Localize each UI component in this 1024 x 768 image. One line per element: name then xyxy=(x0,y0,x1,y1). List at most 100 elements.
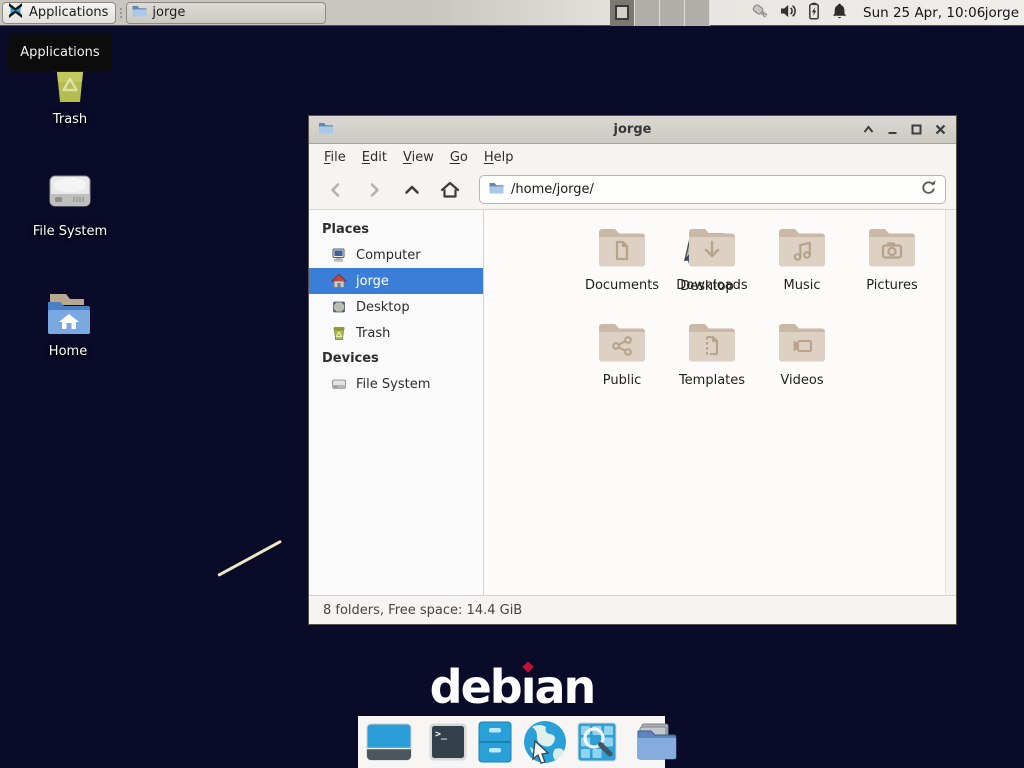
desktop-icon xyxy=(331,299,347,315)
file-item-downloads[interactable]: Downloads xyxy=(667,224,757,293)
dock: >_ xyxy=(358,716,665,768)
file-item-label: Pictures xyxy=(866,278,917,293)
home-button[interactable] xyxy=(433,175,467,205)
desktop-icon-label: File System xyxy=(33,224,107,239)
tasklist-handle[interactable] xyxy=(118,4,125,22)
up-button[interactable] xyxy=(395,175,429,205)
taskbar-window-label: jorge xyxy=(152,5,185,20)
debian-desktop: { "panel": { "applications_label": "Appl… xyxy=(0,0,1024,768)
hard-drive-icon xyxy=(331,376,347,392)
reload-icon[interactable] xyxy=(920,179,937,200)
workspace-1[interactable] xyxy=(610,0,635,26)
documents-folder-icon xyxy=(596,224,648,270)
sidebar-item-desktop[interactable]: Desktop xyxy=(309,294,483,320)
file-item-label: Downloads xyxy=(676,278,747,293)
vertical-scrollbar[interactable] xyxy=(945,210,956,595)
places-header: Places xyxy=(309,217,483,242)
sidebar-item-trash[interactable]: Trash xyxy=(309,320,483,346)
desktop-icon-label: Trash xyxy=(53,112,87,127)
sidebar-item-label: jorge xyxy=(356,274,389,289)
sidebar-item-file-system[interactable]: File System xyxy=(309,371,483,397)
file-cabinet-icon[interactable] xyxy=(476,720,514,764)
network-plug-icon[interactable] xyxy=(750,2,770,24)
menu-edit[interactable]: Edit xyxy=(354,147,395,168)
window-folder-icon xyxy=(131,3,147,23)
notifications-bell-icon[interactable] xyxy=(831,2,848,24)
file-item-documents[interactable]: Documents xyxy=(577,224,667,293)
show-desktop-icon[interactable] xyxy=(366,723,412,761)
toolbar: /home/jorge/ xyxy=(309,170,956,210)
applications-menu-icon xyxy=(7,2,24,23)
terminal-icon[interactable]: >_ xyxy=(428,722,468,762)
menu-help[interactable]: Help xyxy=(476,147,522,168)
sidebar-item-computer[interactable]: Computer xyxy=(309,242,483,268)
applications-menu-label: Applications xyxy=(29,5,108,20)
downloads-folder-icon xyxy=(686,224,738,270)
sidebar-item-jorge[interactable]: jorge xyxy=(309,268,483,294)
workspace-2[interactable] xyxy=(635,0,660,26)
file-list-pane[interactable]: Desktop Documents xyxy=(484,210,956,595)
battery-charging-icon[interactable] xyxy=(806,2,822,24)
minimize-button[interactable] xyxy=(885,122,900,137)
workspace-4[interactable] xyxy=(685,0,710,26)
location-bar[interactable]: /home/jorge/ xyxy=(479,175,946,204)
file-item-videos[interactable]: Videos xyxy=(757,319,847,388)
menu-go[interactable]: Go xyxy=(442,147,476,168)
path-text[interactable]: /home/jorge/ xyxy=(511,182,913,197)
workspace-window-preview xyxy=(615,5,629,20)
pictures-folder-icon xyxy=(866,224,918,270)
file-item-label: Music xyxy=(784,278,821,293)
folder-icon[interactable] xyxy=(634,721,678,763)
debian-logo: debıan xyxy=(0,660,1024,714)
volume-icon[interactable] xyxy=(779,2,797,24)
window-title: jorge xyxy=(309,122,956,137)
path-folder-icon xyxy=(488,180,504,200)
file-item-label: Videos xyxy=(780,373,823,388)
hard-drive-icon xyxy=(44,168,96,218)
status-text: 8 folders, Free space: 14.4 GiB xyxy=(323,603,522,618)
file-item-label: Public xyxy=(603,373,641,388)
sidebar-places: Places Computer jorge xyxy=(309,210,484,595)
file-manager-window: jorge File Edit View Go Help xyxy=(308,115,957,625)
public-folder-icon xyxy=(596,319,648,365)
sidebar-item-label: Computer xyxy=(356,248,421,263)
file-item-templates[interactable]: Templates xyxy=(667,319,757,388)
panel-username[interactable]: jorge xyxy=(985,0,1019,26)
web-browser-icon[interactable] xyxy=(522,719,568,765)
statusbar: 8 folders, Free space: 14.4 GiB xyxy=(309,595,956,624)
taskbar-window-button[interactable]: jorge xyxy=(126,2,326,24)
file-item-label: Templates xyxy=(679,373,745,388)
desktop-icon-home[interactable]: Home xyxy=(13,288,123,359)
trash-icon xyxy=(331,325,347,341)
top-panel: Applications jorge xyxy=(0,0,1024,26)
maximize-button[interactable] xyxy=(909,122,924,137)
workspace-switcher[interactable] xyxy=(610,0,710,26)
applications-menu-button[interactable]: Applications xyxy=(2,2,116,24)
file-item-pictures[interactable]: Pictures xyxy=(847,224,937,293)
window-titlebar[interactable]: jorge xyxy=(309,116,956,144)
home-folder-icon xyxy=(42,288,94,338)
close-button[interactable] xyxy=(933,122,948,137)
menu-view[interactable]: View xyxy=(395,147,442,168)
sidebar-item-label: Trash xyxy=(356,326,390,341)
desktop-icon-label: Home xyxy=(49,344,87,359)
file-item-music[interactable]: Music xyxy=(757,224,847,293)
cursor-trail-line xyxy=(217,540,282,577)
templates-folder-icon xyxy=(686,319,738,365)
videos-folder-icon xyxy=(776,319,828,365)
panel-clock[interactable]: Sun 25 Apr, 10:06 xyxy=(863,0,985,26)
menu-file[interactable]: File xyxy=(316,147,354,168)
desktop-icon-file-system[interactable]: File System xyxy=(15,168,125,239)
logo-text: deb xyxy=(430,660,521,714)
computer-icon xyxy=(331,247,347,263)
back-button[interactable] xyxy=(319,175,353,205)
sidebar-item-label: File System xyxy=(356,377,430,392)
home-icon xyxy=(331,273,347,289)
shade-button[interactable] xyxy=(861,122,876,137)
forward-button[interactable] xyxy=(357,175,391,205)
applications-tooltip: Applications xyxy=(8,33,112,71)
workspace-3[interactable] xyxy=(660,0,685,26)
tooltip-text: Applications xyxy=(20,45,99,60)
application-finder-icon[interactable] xyxy=(576,721,618,763)
file-item-public[interactable]: Public xyxy=(577,319,667,388)
